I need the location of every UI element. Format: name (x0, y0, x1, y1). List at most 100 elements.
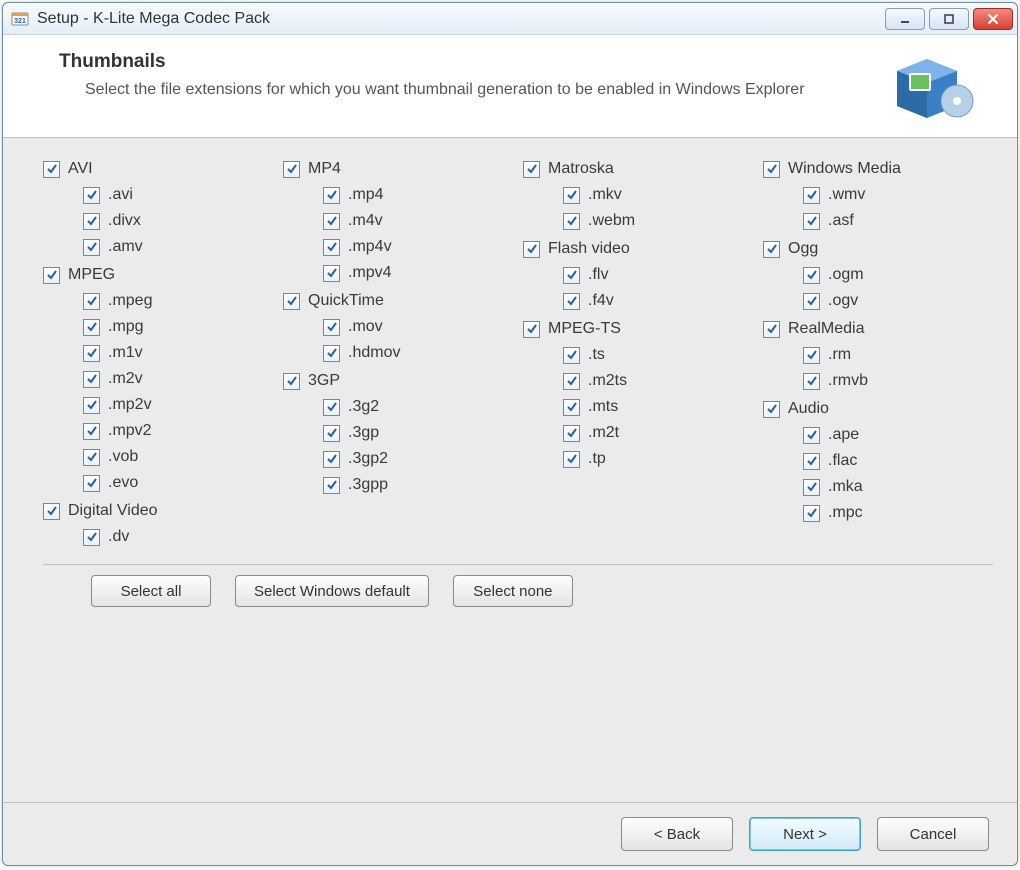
group-checkbox-quicktime[interactable]: QuickTime (283, 288, 513, 314)
ext-checkbox-3gp[interactable]: .3gp (283, 420, 513, 446)
checkbox[interactable] (83, 213, 100, 230)
ext-checkbox-mpv2[interactable]: .mpv2 (43, 418, 273, 444)
ext-checkbox-avi[interactable]: .avi (43, 182, 273, 208)
group-checkbox-avi[interactable]: AVI (43, 156, 273, 182)
checkbox[interactable] (803, 505, 820, 522)
checkbox[interactable] (763, 161, 780, 178)
ext-checkbox-wmv[interactable]: .wmv (763, 182, 993, 208)
checkbox[interactable] (83, 423, 100, 440)
select-all-button[interactable]: Select all (91, 575, 211, 607)
checkbox[interactable] (83, 345, 100, 362)
group-checkbox-mpeg[interactable]: MPEG (43, 262, 273, 288)
select-windows-default-button[interactable]: Select Windows default (235, 575, 429, 607)
ext-checkbox-mp4[interactable]: .mp4 (283, 182, 513, 208)
checkbox[interactable] (83, 475, 100, 492)
checkbox[interactable] (523, 161, 540, 178)
checkbox[interactable] (83, 187, 100, 204)
ext-checkbox-3gp2[interactable]: .3gp2 (283, 446, 513, 472)
ext-checkbox-f4v[interactable]: .f4v (523, 288, 753, 314)
ext-checkbox-mka[interactable]: .mka (763, 474, 993, 500)
ext-checkbox-flv[interactable]: .flv (523, 262, 753, 288)
maximize-button[interactable] (929, 8, 969, 30)
ext-checkbox-mpc[interactable]: .mpc (763, 500, 993, 526)
ext-checkbox-webm[interactable]: .webm (523, 208, 753, 234)
ext-checkbox-ogm[interactable]: .ogm (763, 262, 993, 288)
checkbox[interactable] (803, 347, 820, 364)
checkbox[interactable] (803, 479, 820, 496)
checkbox[interactable] (83, 239, 100, 256)
group-checkbox-windows-media[interactable]: Windows Media (763, 156, 993, 182)
ext-checkbox-flac[interactable]: .flac (763, 448, 993, 474)
ext-checkbox-ape[interactable]: .ape (763, 422, 993, 448)
ext-checkbox-rm[interactable]: .rm (763, 342, 993, 368)
ext-checkbox-3g2[interactable]: .3g2 (283, 394, 513, 420)
next-button[interactable]: Next > (749, 817, 861, 851)
checkbox[interactable] (523, 241, 540, 258)
checkbox[interactable] (43, 267, 60, 284)
checkbox[interactable] (323, 265, 340, 282)
group-checkbox-audio[interactable]: Audio (763, 396, 993, 422)
ext-checkbox-hdmov[interactable]: .hdmov (283, 340, 513, 366)
back-button[interactable]: < Back (621, 817, 733, 851)
checkbox[interactable] (283, 373, 300, 390)
checkbox[interactable] (803, 427, 820, 444)
ext-checkbox-dv[interactable]: .dv (43, 524, 273, 550)
checkbox[interactable] (323, 319, 340, 336)
select-none-button[interactable]: Select none (453, 575, 573, 607)
checkbox[interactable] (523, 321, 540, 338)
ext-checkbox-mkv[interactable]: .mkv (523, 182, 753, 208)
ext-checkbox-m1v[interactable]: .m1v (43, 340, 273, 366)
ext-checkbox-mpg[interactable]: .mpg (43, 314, 273, 340)
checkbox[interactable] (83, 293, 100, 310)
checkbox[interactable] (83, 397, 100, 414)
checkbox[interactable] (763, 401, 780, 418)
checkbox[interactable] (803, 187, 820, 204)
checkbox[interactable] (323, 399, 340, 416)
checkbox[interactable] (83, 529, 100, 546)
ext-checkbox-m4v[interactable]: .m4v (283, 208, 513, 234)
group-checkbox-mp4[interactable]: MP4 (283, 156, 513, 182)
ext-checkbox-mts[interactable]: .mts (523, 394, 753, 420)
ext-checkbox-mpv4[interactable]: .mpv4 (283, 260, 513, 286)
checkbox[interactable] (563, 293, 580, 310)
checkbox[interactable] (563, 347, 580, 364)
group-checkbox-ogg[interactable]: Ogg (763, 236, 993, 262)
checkbox[interactable] (323, 451, 340, 468)
checkbox[interactable] (83, 449, 100, 466)
checkbox[interactable] (803, 293, 820, 310)
checkbox[interactable] (563, 451, 580, 468)
checkbox[interactable] (803, 267, 820, 284)
ext-checkbox-rmvb[interactable]: .rmvb (763, 368, 993, 394)
group-checkbox-flash-video[interactable]: Flash video (523, 236, 753, 262)
checkbox[interactable] (283, 161, 300, 178)
checkbox[interactable] (563, 267, 580, 284)
ext-checkbox-asf[interactable]: .asf (763, 208, 993, 234)
ext-checkbox-mpeg[interactable]: .mpeg (43, 288, 273, 314)
checkbox[interactable] (803, 213, 820, 230)
checkbox[interactable] (323, 213, 340, 230)
group-checkbox-mpeg-ts[interactable]: MPEG-TS (523, 316, 753, 342)
ext-checkbox-m2t[interactable]: .m2t (523, 420, 753, 446)
ext-checkbox-m2v[interactable]: .m2v (43, 366, 273, 392)
ext-checkbox-amv[interactable]: .amv (43, 234, 273, 260)
ext-checkbox-divx[interactable]: .divx (43, 208, 273, 234)
checkbox[interactable] (323, 187, 340, 204)
checkbox[interactable] (83, 371, 100, 388)
checkbox[interactable] (283, 293, 300, 310)
checkbox[interactable] (323, 239, 340, 256)
checkbox[interactable] (43, 503, 60, 520)
ext-checkbox-tp[interactable]: .tp (523, 446, 753, 472)
cancel-button[interactable]: Cancel (877, 817, 989, 851)
group-checkbox-matroska[interactable]: Matroska (523, 156, 753, 182)
ext-checkbox-mp2v[interactable]: .mp2v (43, 392, 273, 418)
checkbox[interactable] (83, 319, 100, 336)
checkbox[interactable] (563, 187, 580, 204)
group-checkbox-realmedia[interactable]: RealMedia (763, 316, 993, 342)
checkbox[interactable] (563, 399, 580, 416)
checkbox[interactable] (763, 321, 780, 338)
checkbox[interactable] (803, 453, 820, 470)
ext-checkbox-evo[interactable]: .evo (43, 470, 273, 496)
checkbox[interactable] (563, 213, 580, 230)
checkbox[interactable] (803, 373, 820, 390)
minimize-button[interactable] (885, 8, 925, 30)
